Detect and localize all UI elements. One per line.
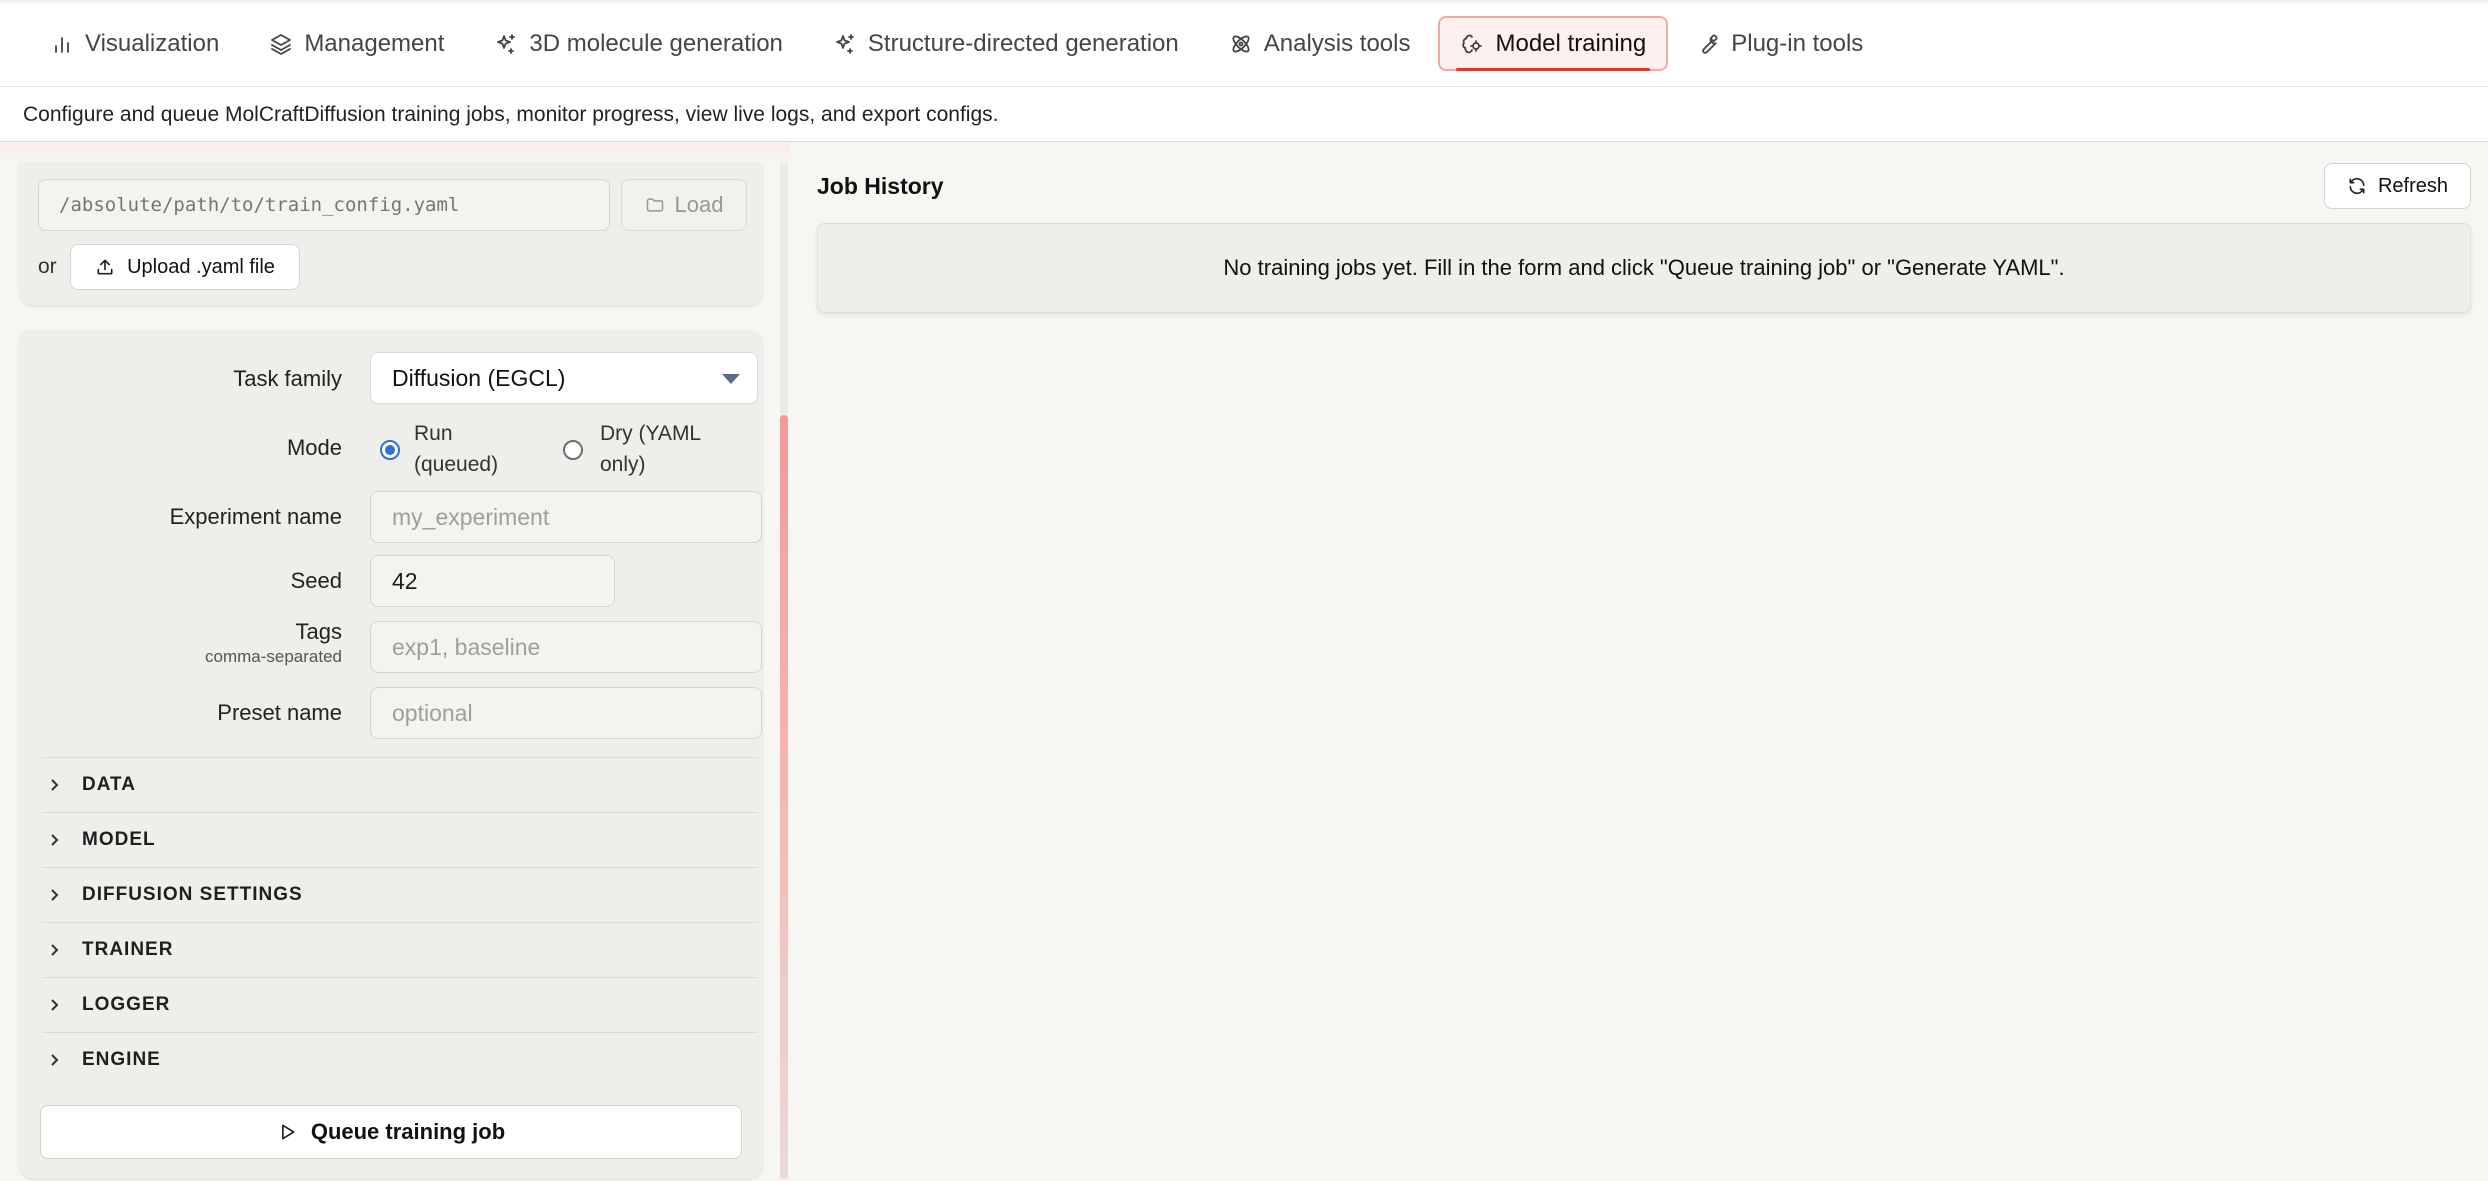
top-navigation: Visualization Management 3D molecule gen… (0, 0, 2488, 87)
section-diffusion-settings[interactable]: DIFFUSION SETTINGS (42, 867, 758, 922)
tab-visualization[interactable]: Visualization (28, 16, 241, 71)
config-path-input[interactable] (38, 179, 610, 231)
queue-training-job-button[interactable]: Queue training job (40, 1105, 742, 1159)
tab-label: Management (304, 29, 445, 57)
section-model[interactable]: MODEL (42, 812, 758, 867)
section-label: MODEL (82, 829, 156, 850)
mode-run-label-line1: Run (414, 422, 453, 445)
brain-cog-icon (1462, 34, 1483, 53)
tab-label: Plug-in tools (1731, 29, 1864, 57)
play-icon (281, 1124, 295, 1140)
tab-label: Analysis tools (1263, 29, 1411, 57)
training-form-card: Task family Diffusion (EGCL) Mode Run (q… (20, 330, 762, 1178)
bar-chart-icon (55, 36, 69, 53)
config-loader-card: Load or Upload .yaml file (20, 163, 762, 305)
seed-input[interactable] (370, 555, 615, 607)
wrench-icon (1702, 33, 1718, 54)
refresh-button[interactable]: Refresh (2324, 163, 2471, 209)
atom-icon (1232, 34, 1250, 53)
seed-label: Seed (290, 568, 342, 593)
tab-label: Model training (1495, 29, 1647, 57)
chevron-down-icon (722, 374, 740, 384)
section-label: ENGINE (82, 1049, 161, 1070)
job-history-title: Job History (817, 173, 944, 199)
tags-label: Tags (295, 619, 342, 644)
tab-label: Visualization (85, 29, 220, 57)
chevron-right-icon (51, 944, 59, 956)
chevron-right-icon (51, 834, 59, 846)
upload-label: Upload .yaml file (127, 255, 275, 278)
preset-name-input[interactable] (370, 687, 762, 739)
mode-dry-label[interactable]: Dry (YAML only) (600, 418, 701, 480)
upload-yaml-button[interactable]: Upload .yaml file (70, 244, 300, 290)
mode-run-label-line2: (queued) (414, 453, 499, 476)
chevron-right-icon (51, 999, 59, 1011)
layers-icon (271, 33, 292, 55)
training-form-panel: Load or Upload .yaml file Task family Di… (0, 143, 790, 1181)
config-sections: DATA MODEL DIFFUSION SETTINGS TRAINER LO… (42, 757, 758, 1087)
section-logger[interactable]: LOGGER (42, 977, 758, 1032)
experiment-name-label: Experiment name (169, 504, 342, 529)
chevron-right-icon (51, 889, 59, 901)
load-button[interactable]: Load (621, 179, 747, 231)
preset-name-label: Preset name (217, 700, 342, 725)
mode-dry-radio[interactable] (563, 440, 583, 460)
tags-sublabel: comma-separated (204, 647, 342, 666)
upload-icon (97, 259, 113, 275)
task-family-value: Diffusion (EGCL) (392, 365, 566, 391)
page-description: Configure and queue MolCraftDiffusion tr… (0, 87, 2488, 142)
or-label: or (38, 255, 57, 278)
folder-open-icon (646, 198, 663, 212)
section-data[interactable]: DATA (42, 757, 758, 812)
tab-management[interactable]: Management (247, 16, 466, 71)
load-label: Load (674, 192, 724, 217)
section-engine[interactable]: ENGINE (42, 1032, 758, 1087)
mode-run-radio[interactable] (380, 440, 400, 460)
chevron-right-icon (51, 779, 59, 791)
section-label: LOGGER (82, 994, 171, 1015)
section-label: DATA (82, 774, 136, 795)
tab-analysis-tools[interactable]: Analysis tools (1207, 16, 1433, 71)
task-family-select[interactable]: Diffusion (EGCL) (370, 352, 758, 404)
tags-input[interactable] (370, 621, 762, 673)
scrollbar-thumb[interactable] (780, 415, 788, 1179)
tab-model-training[interactable]: Model training (1438, 16, 1669, 71)
chevron-right-icon (51, 1054, 59, 1066)
section-label: TRAINER (82, 939, 174, 960)
section-label: DIFFUSION SETTINGS (82, 884, 303, 905)
tab-3d-molecule-generation[interactable]: 3D molecule generation (472, 16, 805, 71)
sparkles-icon (497, 33, 516, 54)
tab-structure-directed-generation[interactable]: Structure-directed generation (811, 16, 1201, 71)
section-trainer[interactable]: TRAINER (42, 922, 758, 977)
tab-plug-in-tools[interactable]: Plug-in tools (1674, 16, 1885, 71)
empty-state-message: No training jobs yet. Fill in the form a… (817, 223, 2471, 313)
refresh-icon (2349, 177, 2365, 195)
mode-run-label[interactable]: Run (queued) (414, 418, 498, 480)
task-family-label: Task family (233, 366, 342, 391)
tab-label: Structure-directed generation (867, 29, 1179, 57)
mode-label: Mode (286, 435, 342, 460)
refresh-label: Refresh (2377, 174, 2449, 197)
queue-label: Queue training job (310, 1119, 506, 1144)
mode-dry-label-line1: Dry (YAML (600, 422, 702, 445)
tab-label: 3D molecule generation (529, 29, 783, 57)
mode-dry-label-line2: only) (600, 453, 646, 476)
sparkles-icon (836, 33, 854, 54)
experiment-name-input[interactable] (370, 491, 762, 543)
tab-bar: Visualization Management 3D molecule gen… (28, 16, 1885, 71)
